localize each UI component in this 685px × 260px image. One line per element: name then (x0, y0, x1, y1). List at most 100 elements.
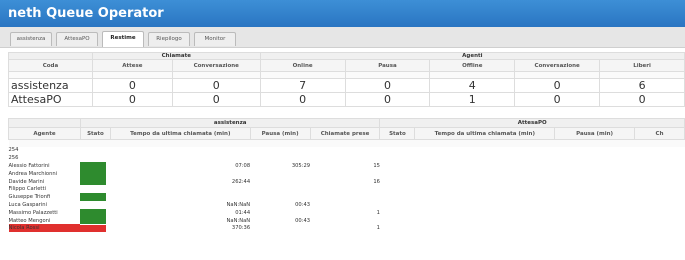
agent-status (80, 209, 110, 217)
agent-last-call-time (110, 154, 250, 162)
agent-calls-2 (635, 217, 685, 225)
filter-cell[interactable] (310, 140, 380, 147)
agent-pause-time (250, 209, 310, 217)
agent-row[interactable]: Massimo Palazzetti 01:44 1 (9, 209, 685, 217)
agent-last-call-time: NaN:NaN (226, 217, 251, 224)
agent-status-2 (380, 147, 415, 155)
agent-status-2 (380, 193, 415, 201)
col-tempo-ultima-chiamata[interactable]: Tempo da ultima chiamata (min) (109, 127, 251, 140)
agent-last-call-time: NaN:NaN (226, 201, 251, 208)
col-conversazione[interactable]: Conversazione (171, 59, 261, 72)
filter-cell[interactable] (599, 71, 685, 79)
filter-cell[interactable] (80, 140, 110, 147)
status-online-indicator (80, 216, 107, 225)
filter-cell[interactable] (380, 140, 415, 147)
agent-pause-time (250, 178, 310, 186)
agent-last-call-time: 07:08 (235, 162, 251, 169)
col-agente[interactable]: Agente (8, 127, 81, 140)
agent-pause-time-2 (555, 209, 635, 217)
agent-row[interactable]: Nicola Rossi 370:36 1 (8, 224, 685, 233)
col-attese[interactable]: Attese (91, 59, 173, 72)
filter-cell[interactable] (9, 140, 81, 147)
col-ch-2[interactable]: Ch (634, 127, 685, 140)
queue-name: assistenza (8, 78, 93, 93)
status-busy-indicator (80, 224, 107, 233)
agent-last-call-time: 262:44 (231, 178, 251, 185)
filter-cell[interactable] (555, 140, 635, 147)
filter-cell[interactable] (415, 140, 555, 147)
summary-value: 0 (344, 92, 431, 107)
agent-calls-2 (635, 201, 685, 209)
summary-value: 0 (171, 78, 261, 93)
tab-assistenza[interactable]: assistenza (10, 32, 52, 46)
agent-calls-taken (310, 193, 380, 201)
agent-last-call-time-2 (415, 224, 555, 232)
filter-cell[interactable] (259, 71, 346, 79)
filter-cell[interactable] (344, 71, 431, 79)
filter-cell[interactable] (250, 140, 310, 147)
summary-table: Chiamate Agenti Coda Attese Conversazion… (8, 52, 685, 107)
agent-pause-time-2 (555, 217, 635, 225)
col-pausa-min[interactable]: Pausa (min) (249, 127, 311, 140)
summary-value: 7 (259, 78, 346, 93)
summary-value: 0 (514, 92, 601, 107)
agent-status (80, 216, 110, 225)
agent-row[interactable]: Alessio Fattorini 07:08 305:29 15 (9, 162, 685, 170)
agent-last-call-time: 01:44 (235, 209, 251, 216)
agent-name: Giuseppe Trionfi (8, 194, 51, 201)
col-liberi[interactable]: Liberi (599, 59, 685, 72)
agent-last-call-time (110, 185, 250, 193)
col-pausa[interactable]: Pausa (344, 59, 431, 72)
agent-status (80, 147, 110, 155)
agent-pause-time-2 (555, 193, 635, 201)
tab-monitor[interactable]: Monitor (194, 32, 236, 46)
agent-status (80, 177, 110, 186)
col-conversazione-agenti[interactable]: Conversazione (514, 59, 601, 72)
tab-attesapo[interactable]: AttesaPO (56, 32, 98, 46)
col-stato-2[interactable]: Stato (379, 127, 416, 140)
agent-pause-time: 305:29 (291, 162, 311, 169)
agent-row[interactable]: 254 (9, 147, 685, 155)
agent-status-2 (380, 162, 415, 170)
col-coda[interactable]: Coda (8, 59, 93, 72)
col-offline[interactable]: Offline (429, 59, 516, 72)
filter-cell[interactable] (8, 71, 93, 79)
col-pausa-min-2[interactable]: Pausa (min) (554, 127, 636, 140)
filter-cell[interactable] (91, 71, 173, 79)
agent-row[interactable]: Giuseppe Trionfi (9, 193, 685, 201)
agent-calls-taken (310, 217, 380, 225)
col-online[interactable]: Online (259, 59, 346, 72)
filter-cell[interactable] (110, 140, 250, 147)
tab-restime[interactable]: Restime (102, 31, 144, 47)
agent-name: 254 (8, 147, 19, 154)
tab-riepilogo[interactable]: Riepilogo (148, 32, 190, 46)
queue-name: AttesaPO (8, 92, 93, 107)
filter-cell[interactable] (429, 71, 516, 79)
agent-calls-2 (635, 185, 685, 193)
agent-name: Massimo Palazzetti (8, 209, 58, 216)
filter-cell[interactable] (514, 71, 601, 79)
agent-status-2 (380, 170, 415, 178)
summary-value: 6 (599, 78, 685, 93)
agent-pause-time (250, 224, 310, 232)
col-tempo-ultima-chiamata-2[interactable]: Tempo da ultima chiamata (min) (414, 127, 556, 140)
agent-last-call-time-2 (415, 209, 555, 217)
agent-calls-2 (635, 162, 685, 170)
agent-name: Andrea Marchionni (8, 170, 58, 177)
agent-row[interactable]: Andrea Marchionni (9, 170, 685, 178)
agent-row[interactable]: Filippo Carletti (9, 185, 685, 193)
app-title: neth Queue Operator (0, 0, 685, 27)
agent-row[interactable]: Matteo Mengoni NaN:NaN 00:43 (9, 216, 685, 225)
agent-row[interactable]: 256 (9, 154, 685, 162)
summary-value: 0 (599, 92, 685, 107)
agent-row[interactable]: Luca Gasparini NaN:NaN 00:43 (9, 201, 685, 209)
filter-cell[interactable] (171, 71, 261, 79)
col-chiamate-prese[interactable]: Chiamate prese (309, 127, 381, 140)
agent-calls-taken (310, 147, 380, 155)
agent-row[interactable]: Davide Marini 262:44 16 (9, 177, 685, 186)
summary-value: 0 (259, 92, 346, 107)
agent-last-call-time-2 (415, 185, 555, 193)
col-stato[interactable]: Stato (79, 127, 111, 140)
status-online-indicator (80, 177, 107, 186)
filter-cell[interactable] (635, 140, 685, 147)
